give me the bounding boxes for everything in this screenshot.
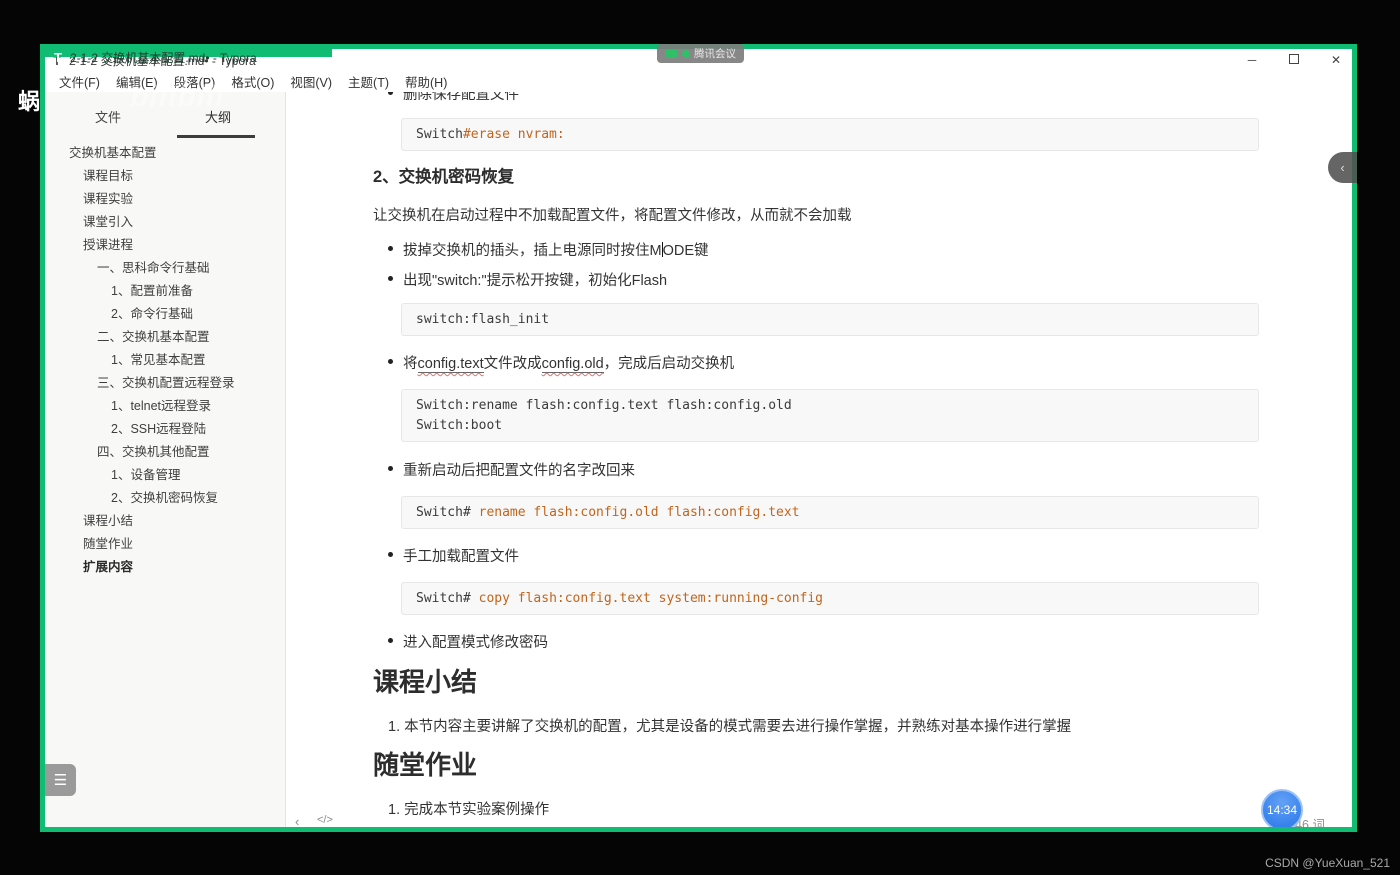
- bullet-dot: [388, 359, 393, 364]
- outline-item[interactable]: 1、常见基本配置: [45, 349, 285, 372]
- maximize-icon: [1289, 54, 1299, 64]
- spellcheck-word: config.old: [541, 356, 604, 373]
- recording-dot-icon: [682, 49, 690, 58]
- outline-item[interactable]: 1、配置前准备: [45, 280, 285, 303]
- sidebar: 文件 大纲 交换机基本配置 课程目标 课程实验 课堂引入 授课进程 一、思科命令…: [45, 92, 286, 827]
- maximize-button[interactable]: [1286, 53, 1302, 67]
- outline-item[interactable]: 课程目标: [45, 165, 285, 188]
- typora-window: T 2-1-2 交换机基本配置.md• - Typora ─ ✕ 文件(F) 编…: [40, 44, 1357, 832]
- meeting-timer-text: 14:34: [1266, 803, 1298, 817]
- meeting-timer-bubble[interactable]: 14:34: [1261, 789, 1303, 827]
- bullet-dot: [388, 466, 393, 471]
- menu-file[interactable]: 文件(F): [51, 72, 108, 91]
- heading-password-recovery: 2、交换机密码恢复: [373, 168, 515, 186]
- sidebar-collapse-icon[interactable]: ‹: [295, 814, 299, 827]
- close-button[interactable]: ✕: [1328, 53, 1344, 67]
- chevron-left-icon: ‹: [1340, 160, 1345, 175]
- outline-item[interactable]: 2、SSH远程登陆: [45, 418, 285, 441]
- editor-pane[interactable]: 删除保存配置文件 Switch#erase nvram: 2、交换机密码恢复 让…: [286, 92, 1352, 827]
- bilibili-watermark: bilibili: [130, 80, 225, 113]
- outline-item[interactable]: 课程小结: [45, 510, 285, 533]
- outline-item[interactable]: 二、交换机基本配置: [45, 326, 285, 349]
- window-controls: ─ ✕: [1244, 49, 1344, 71]
- spellcheck-word: config.text: [417, 356, 484, 373]
- bullet-manual-load: 手工加载配置文件: [388, 545, 519, 566]
- outline-item[interactable]: 1、telnet远程登录: [45, 395, 285, 418]
- homework-list-item: 1. 完成本节实验案例操作: [388, 802, 550, 818]
- bullet-dot: [388, 638, 393, 643]
- outline-list-icon: ☰: [53, 772, 68, 789]
- outline-item[interactable]: 课程实验: [45, 188, 285, 211]
- bullet-rename-config: 将config.text文件改成config.old，完成后启动交换机: [388, 352, 734, 373]
- outline-item[interactable]: 交换机基本配置: [45, 142, 285, 165]
- active-tab-indicator: [177, 135, 255, 138]
- outline-item[interactable]: 课堂引入: [45, 211, 285, 234]
- screen-stage: T 2-1-2 交换机基本配置.md• - Typora ─ ✕ 文件(F) 编…: [0, 0, 1400, 875]
- menu-help[interactable]: 帮助(H): [397, 72, 455, 91]
- minimize-button[interactable]: ─: [1244, 53, 1260, 67]
- bullet-mode-key: 拔掉交换机的插头，插上电源同时按住MODE键: [388, 239, 709, 260]
- outline-item[interactable]: 四、交换机其他配置: [45, 441, 285, 464]
- heading-course-summary: 课程小结: [373, 667, 478, 697]
- outline-toggle-button[interactable]: ☰: [45, 764, 76, 796]
- menu-format[interactable]: 格式(O): [223, 72, 282, 91]
- meeting-panel-handle[interactable]: ‹: [1328, 152, 1357, 183]
- bullet-delete-config: 删除保存配置文件: [388, 92, 519, 104]
- menu-view[interactable]: 视图(V): [282, 72, 340, 91]
- outline-item[interactable]: 随堂作业: [45, 533, 285, 556]
- code-block-rename-boot[interactable]: Switch:rename flash:config.text flash:co…: [401, 389, 1259, 442]
- bullet-dot: [388, 276, 393, 281]
- bullet-dot: [388, 92, 393, 95]
- csdn-watermark: CSDN @YueXuan_521: [1265, 856, 1390, 870]
- code-block-erase[interactable]: Switch#erase nvram:: [401, 118, 1259, 151]
- menu-bar: 文件(F) 编辑(E) 段落(P) 格式(O) 视图(V) 主题(T) 帮助(H…: [45, 71, 1352, 92]
- bullet-enter-config: 进入配置模式修改密码: [388, 631, 548, 652]
- tab-files[interactable]: 文件: [95, 107, 121, 126]
- typora-app-icon-overlay: T: [54, 49, 62, 65]
- code-block-flash-init[interactable]: switch:flash_init: [401, 303, 1259, 336]
- title-overlay: T 2-1-2 交换机基本配置.md• - Typora: [46, 46, 257, 68]
- outline-item[interactable]: 三、交换机配置远程登录: [45, 372, 285, 395]
- menu-theme[interactable]: 主题(T): [340, 72, 397, 91]
- outline-item[interactable]: 2、命令行基础: [45, 303, 285, 326]
- uploader-watermark: 蜗: [18, 89, 41, 114]
- code-block-copy-config[interactable]: Switch# copy flash:config.text system:ru…: [401, 582, 1259, 615]
- bullet-dot: [388, 552, 393, 557]
- code-block-rename-back[interactable]: Switch# rename flash:config.old flash:co…: [401, 496, 1259, 529]
- bullet-switch-prompt: 出现"switch:"提示松开按键，初始化Flash: [388, 269, 667, 290]
- bullet-restore-name: 重新启动后把配置文件的名字改回来: [388, 459, 635, 480]
- summary-list-item: 1. 本节内容主要讲解了交换机的配置，尤其是设备的模式需要去进行操作掌握，并熟练对…: [388, 719, 1072, 735]
- outline-item[interactable]: 2、交换机密码恢复: [45, 487, 285, 510]
- outline-item[interactable]: 1、设备管理: [45, 464, 285, 487]
- screen-share-icon: [665, 49, 678, 58]
- outline-item[interactable]: 一、思科命令行基础: [45, 257, 285, 280]
- source-code-mode-icon[interactable]: </>: [317, 814, 333, 826]
- paragraph-intro: 让交换机在启动过程中不加载配置文件，将配置文件修改，从而就不会加载: [373, 208, 852, 224]
- heading-homework: 随堂作业: [373, 750, 478, 780]
- bullet-dot: [388, 246, 393, 251]
- outline-list: 交换机基本配置 课程目标 课程实验 课堂引入 授课进程 一、思科命令行基础 1、…: [45, 142, 285, 579]
- window-title-overlay: 2-1-2 交换机基本配置.md• - Typora: [70, 50, 257, 65]
- outline-item[interactable]: 扩展内容: [45, 556, 285, 579]
- meeting-pill-label: 腾讯会议: [694, 48, 736, 60]
- tencent-meeting-pill[interactable]: 腾讯会议: [657, 44, 744, 63]
- outline-item[interactable]: 授课进程: [45, 234, 285, 257]
